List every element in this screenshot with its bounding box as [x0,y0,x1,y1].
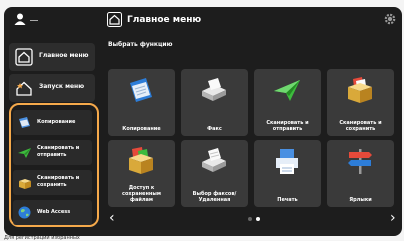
page-dot [248,217,252,221]
tile-copy[interactable]: Копирование [108,69,175,136]
tile-label: Доступ к сохраненным файлам [122,185,161,203]
favorite-label: Web Access [37,209,71,215]
tile-fax-inbox[interactable]: Выбор факсов/Удаленная [181,140,248,207]
user-button[interactable] [13,12,43,28]
home-icon [107,12,122,27]
tile-scan-store[interactable]: Сканировать и сохранить [327,69,394,136]
page-title: Главное меню [107,12,201,28]
stored-files-icon [129,147,153,174]
tile-print[interactable]: Печать [254,140,321,207]
favorite-copy[interactable]: Копирование [13,110,92,135]
tile-label: Копирование [122,126,161,132]
page-title-text: Главное меню [127,15,202,25]
send-icon [274,80,300,101]
box-icon [19,179,31,189]
tile-scan-send[interactable]: Сканировать и отправить [254,69,321,136]
tile-label: Печать [277,197,298,203]
copy-icon [130,78,152,102]
home-star-icon [16,81,32,96]
next-page-button[interactable]: › [390,211,396,225]
prev-page-button[interactable]: ‹ [109,211,115,225]
tile-label: Сканировать и отправить [266,120,309,132]
user-name-placeholder [30,20,38,21]
section-label: Выбрать функцию [108,41,173,48]
sidebar-item-quick-menu[interactable]: Запуск меню [9,74,95,102]
copy-icon [19,117,30,128]
fax-icon [202,78,226,101]
main-content: Выбрать функцию Копирование Факс Сканиро… [101,33,402,236]
favorite-web-access[interactable]: Web Access [13,200,92,225]
tile-label: Выбор факсов/Удаленная [192,191,237,203]
status-text: Для регистрации избранных [4,235,80,241]
sidebar-item-home[interactable]: Главное меню [9,43,95,71]
page-dot-active [256,217,260,221]
fax-inbox-icon [202,148,226,172]
box-icon [348,77,372,103]
signpost-icon [348,149,372,174]
tile-fax[interactable]: Факс [181,69,248,136]
gear-icon[interactable] [384,13,396,25]
print-icon [276,149,298,174]
sidebar-item-label: Запуск меню [39,83,85,90]
screen: Главное меню Главное меню Запуск меню Ко… [4,7,402,236]
tile-label: Факс [207,126,222,132]
send-icon [18,148,31,158]
favorite-scan-send[interactable]: Сканировать и отправить [13,140,92,165]
tile-stored-files[interactable]: Доступ к сохраненным файлам [108,140,175,207]
sidebar: Главное меню Запуск меню Копирование Ска… [4,33,99,233]
top-bar: Главное меню [4,7,402,33]
favorite-label: Сканировать и отправить [37,145,80,158]
globe-icon [18,206,31,219]
favorite-scan-store[interactable]: Сканировать и сохранить [13,170,92,195]
favorite-label: Копирование [37,119,76,125]
tile-label: Ярлыки [349,197,372,203]
sidebar-item-label: Главное меню [39,52,89,59]
favorite-label: Сканировать и сохранить [37,175,80,188]
home-icon [15,48,33,66]
tile-shortcuts[interactable]: Ярлыки [327,140,394,207]
tile-label: Сканировать и сохранить [339,120,382,132]
user-icon [14,13,26,25]
